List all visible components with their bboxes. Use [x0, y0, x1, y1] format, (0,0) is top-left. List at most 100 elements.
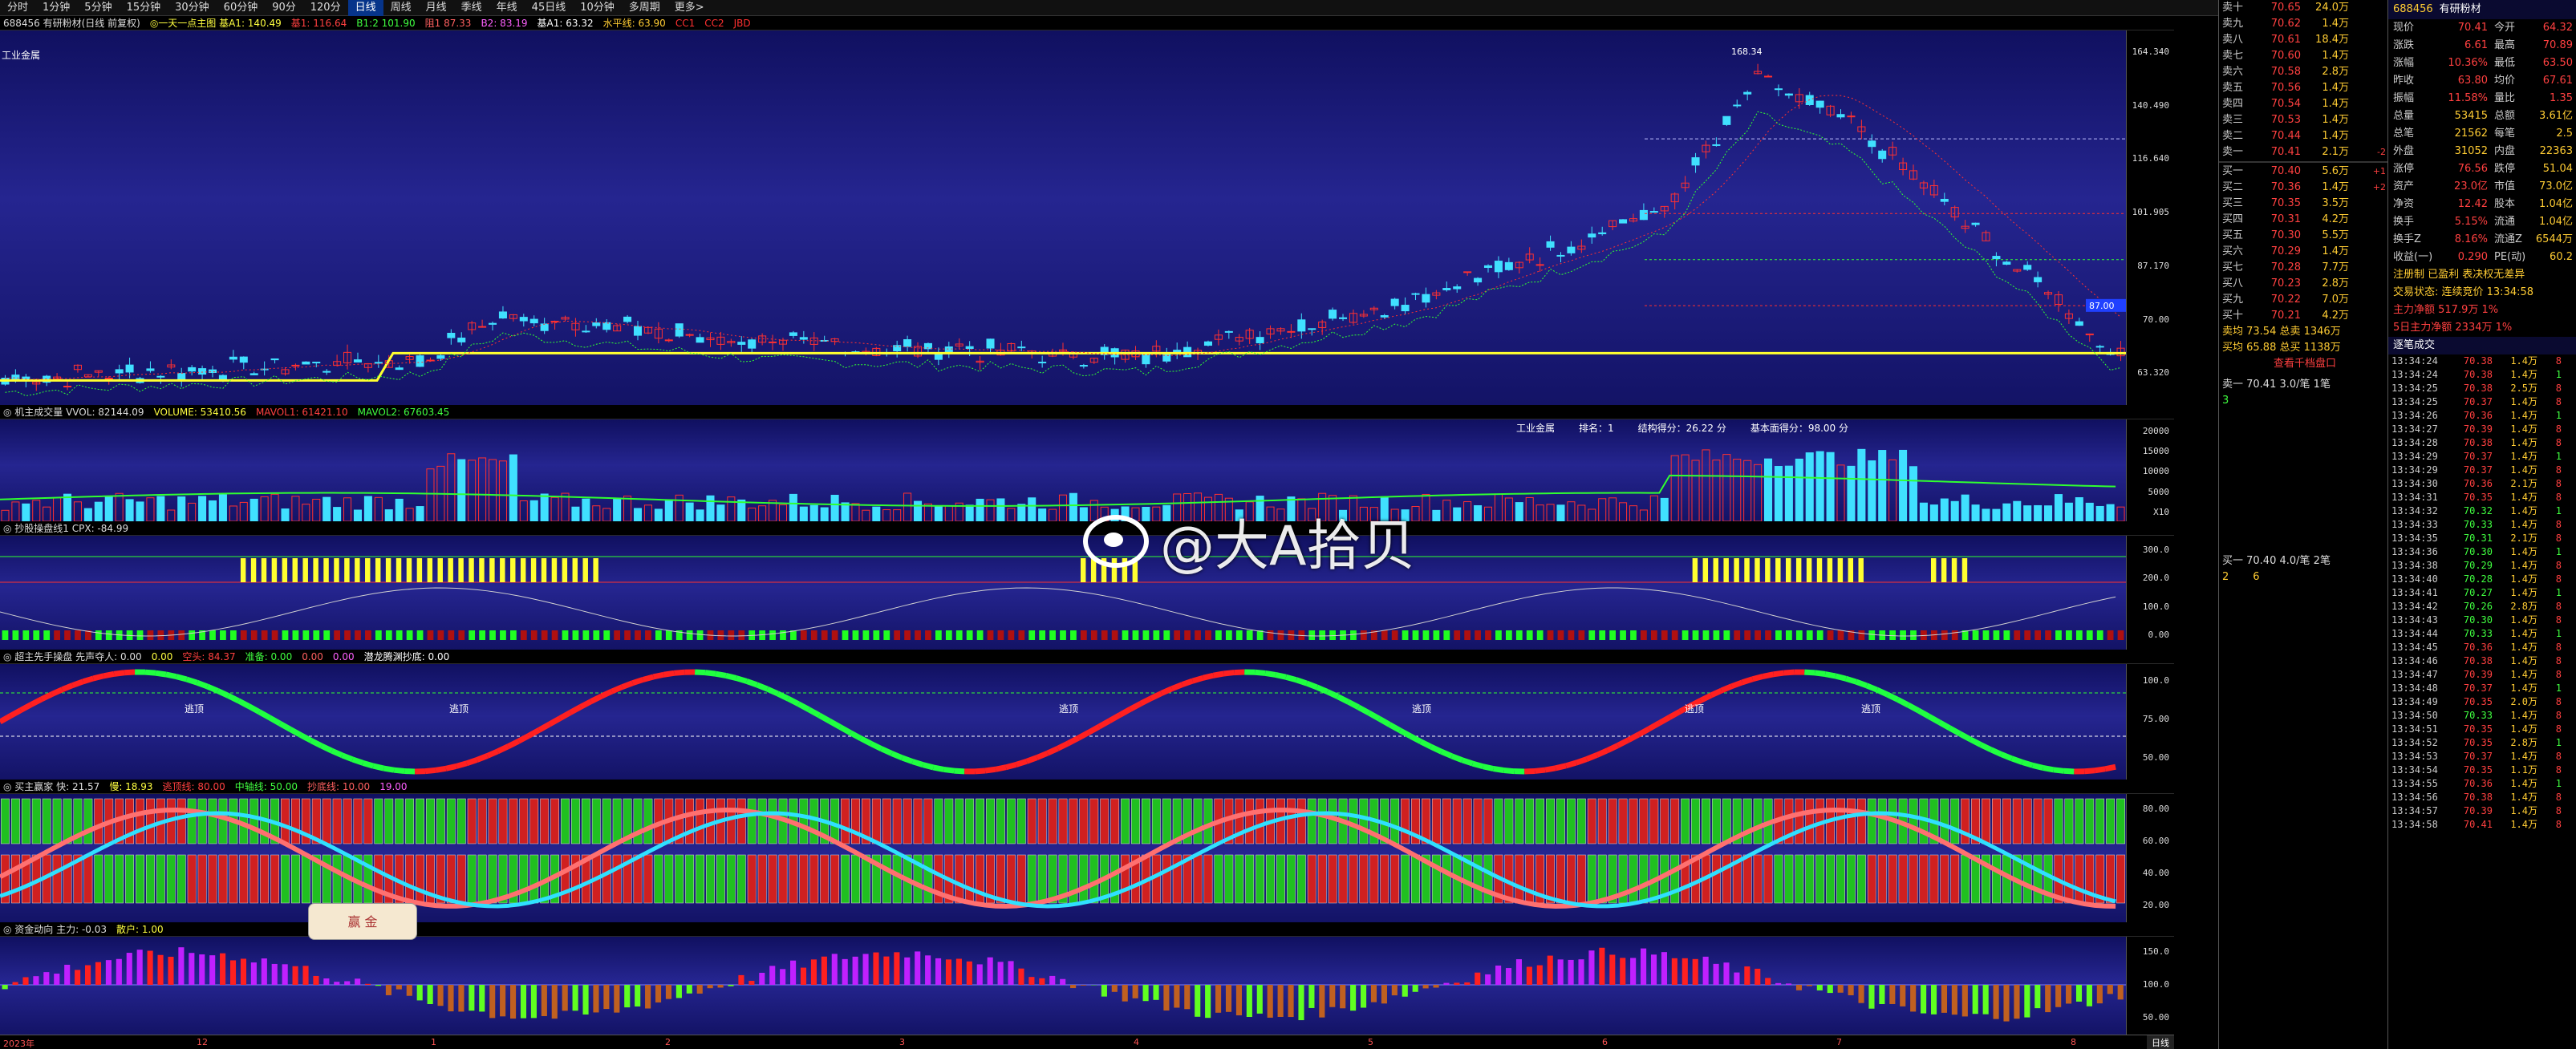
fund-bar[interactable] [1526, 966, 1532, 985]
fund-bar[interactable] [1536, 965, 1543, 985]
fund-bar[interactable] [1246, 985, 1252, 1018]
candle[interactable] [1235, 334, 1243, 346]
volume-bar[interactable] [1619, 502, 1628, 521]
ask-row[interactable]: 卖四 70.54 1.4万 [2219, 96, 2387, 112]
candle[interactable] [1588, 226, 1596, 244]
volume-bar[interactable] [550, 496, 559, 521]
volume-bar[interactable] [478, 457, 487, 521]
volume-bar[interactable] [218, 494, 227, 521]
fund-bar[interactable] [168, 957, 174, 985]
volume-bar[interactable] [1567, 501, 1576, 521]
volume-bar[interactable] [664, 499, 673, 521]
fund-bar[interactable] [1402, 985, 1408, 997]
volume-bar[interactable] [2002, 503, 2011, 521]
fund-bar[interactable] [1910, 985, 1917, 1012]
fund-bar[interactable] [1930, 985, 1937, 1015]
volume-bar[interactable] [509, 454, 517, 521]
candle[interactable] [1224, 330, 1233, 339]
fund-bar[interactable] [1475, 972, 1481, 985]
candle[interactable] [416, 353, 424, 367]
candle[interactable] [1329, 307, 1337, 321]
volume-bar[interactable] [1878, 450, 1887, 521]
volume-bar[interactable] [229, 505, 237, 521]
candle[interactable] [1245, 327, 1254, 344]
candle[interactable] [1847, 111, 1856, 124]
volume-bar[interactable] [758, 505, 767, 521]
volume-bar[interactable] [2085, 502, 2094, 521]
volume-bar[interactable] [239, 501, 248, 521]
candle[interactable] [623, 314, 632, 324]
fund-bar[interactable] [1308, 985, 1315, 1008]
period-tab-5[interactable]: 60分钟 [217, 0, 266, 16]
volume-bar[interactable] [1836, 464, 1845, 521]
fund-bar[interactable] [271, 963, 278, 985]
volume-bar[interactable] [1764, 458, 1773, 521]
volume-bar[interactable] [1629, 505, 1637, 521]
volume-bar[interactable] [1795, 458, 1803, 521]
volume-bar[interactable] [1929, 504, 1938, 521]
fund-bar[interactable] [458, 985, 464, 1012]
fund-bar[interactable] [1028, 977, 1035, 985]
fund-bar[interactable] [1744, 966, 1750, 985]
candle[interactable] [1982, 230, 1990, 241]
candle[interactable] [1733, 99, 1742, 108]
fund-bar[interactable] [1775, 982, 1782, 985]
period-tab-11[interactable]: 季线 [454, 0, 489, 16]
candle[interactable] [748, 338, 757, 354]
volume-bar[interactable] [706, 495, 715, 521]
volume-bar[interactable] [177, 496, 186, 521]
volume-bar[interactable] [976, 498, 984, 521]
candle[interactable] [1411, 292, 1420, 301]
volume-bar[interactable] [83, 508, 92, 521]
fund-bar[interactable] [126, 953, 132, 985]
candle[interactable] [955, 338, 963, 350]
volume-bar[interactable] [146, 497, 155, 521]
period-tab-10[interactable]: 月线 [419, 0, 454, 16]
candle[interactable] [613, 323, 622, 332]
volume-bar[interactable] [1442, 500, 1451, 521]
zl-plot[interactable]: 逃顶 逃顶 逃顶 逃顶 逃顶 逃顶 100.0 75.00 50.00 [0, 664, 2174, 780]
volume-bar[interactable] [1, 509, 10, 521]
candle[interactable] [1764, 74, 1773, 78]
candle[interactable] [675, 323, 684, 338]
candle[interactable] [872, 346, 881, 357]
fund-bar[interactable] [1361, 985, 1367, 1008]
fund-bar[interactable] [1713, 963, 1719, 985]
volume-bar[interactable] [2013, 500, 2022, 521]
ask-row[interactable]: 卖二 70.44 1.4万 [2219, 128, 2387, 144]
candle[interactable] [1577, 239, 1586, 253]
candle[interactable] [561, 315, 570, 322]
candle[interactable] [1681, 176, 1690, 192]
fund-bar[interactable] [1692, 958, 1698, 985]
candle[interactable] [1961, 220, 1970, 233]
volume-bar[interactable] [291, 496, 300, 521]
candle[interactable] [1214, 329, 1223, 346]
fund-bar[interactable] [2, 985, 8, 990]
volume-bar[interactable] [156, 496, 165, 521]
candle[interactable] [809, 332, 818, 351]
volume-svg[interactable] [0, 419, 2126, 521]
fund-bar[interactable] [738, 974, 744, 985]
fund-bar[interactable] [572, 985, 578, 1011]
fund-bar[interactable] [116, 958, 122, 985]
volume-bar[interactable] [1950, 500, 1959, 521]
fund-bar[interactable] [1495, 965, 1502, 985]
fund-bar[interactable] [157, 954, 164, 985]
fund-bar[interactable] [1080, 985, 1087, 986]
volume-bar[interactable] [643, 504, 652, 521]
fund-bar[interactable] [2086, 985, 2092, 1006]
fund-bar[interactable] [105, 960, 112, 985]
candle[interactable] [1121, 349, 1130, 363]
fund-bar[interactable] [1806, 985, 1812, 986]
volume-bar[interactable] [1028, 497, 1036, 521]
fund-bar[interactable] [12, 982, 18, 985]
period-tab-14[interactable]: 10分钟 [573, 0, 622, 16]
fund-bar[interactable] [1381, 985, 1387, 1004]
candle[interactable] [1754, 63, 1763, 75]
volume-bar[interactable] [1940, 498, 1949, 521]
volume-bar[interactable] [1038, 508, 1047, 521]
candle[interactable] [1390, 298, 1399, 310]
fund-bar[interactable] [1049, 975, 1056, 985]
fund-bar[interactable] [665, 985, 672, 999]
candle[interactable] [1826, 104, 1835, 118]
